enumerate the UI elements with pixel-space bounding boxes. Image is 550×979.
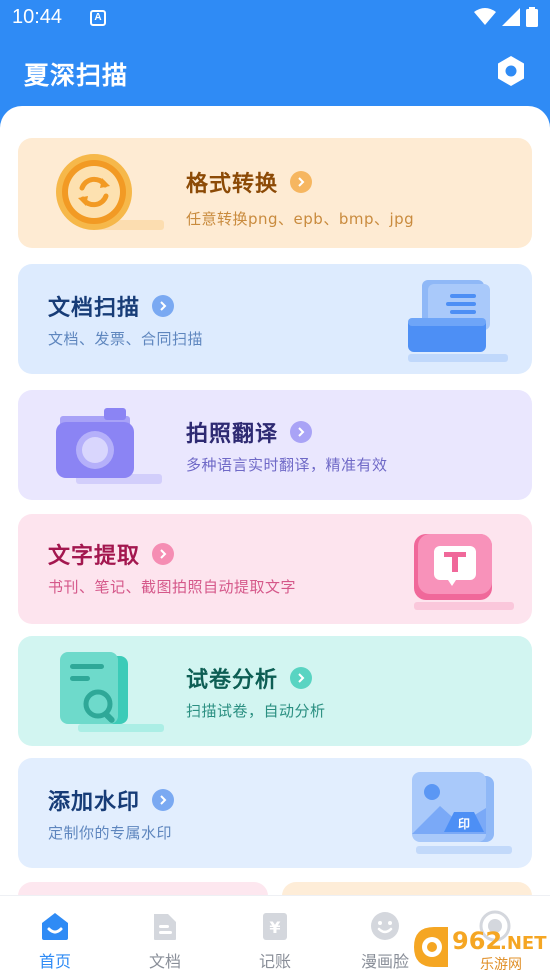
card-title: 文字提取 <box>48 544 141 569</box>
card-exam-analysis[interactable]: 试卷分析 扫描试卷，自动分析 <box>18 636 532 746</box>
card-text-extract[interactable]: 文字提取 书刊、笔记、截图拍照自动提取文字 <box>18 514 532 624</box>
tab-documents[interactable]: 文档 <box>110 896 220 979</box>
tab-label: 记账 <box>258 952 291 971</box>
site-watermark-logo: 962 .NET 乐游网 <box>414 927 547 973</box>
card-add-watermark[interactable]: 添加水印 定制你的专属水印 印 <box>18 758 532 868</box>
app-title: 夏深扫描 <box>24 61 129 90</box>
card-title: 拍照翻译 <box>186 422 279 447</box>
tab-label: 文档 <box>148 952 181 971</box>
card-format-convert[interactable]: 格式转换 任意转换png、epb、bmp、jpg <box>18 138 532 248</box>
main-content: 格式转换 任意转换png、epb、bmp、jpg 文档扫描 文档、发票、合同扫描 <box>0 106 550 979</box>
tab-home[interactable]: 首页 <box>0 896 110 979</box>
chevron-right-icon <box>290 171 313 193</box>
document-icon <box>154 914 176 940</box>
watermark-caption: 乐游网 <box>480 957 522 973</box>
card-document-scan[interactable]: 文档扫描 文档、发票、合同扫描 <box>18 264 532 374</box>
battery-icon <box>526 7 538 27</box>
chevron-right-icon <box>152 789 175 811</box>
status-icons <box>474 7 538 27</box>
chevron-right-icon <box>290 667 313 689</box>
card-subtitle: 书刊、笔记、截图拍照自动提取文字 <box>48 578 297 596</box>
convert-icon <box>56 154 164 230</box>
tab-label: 漫画脸 <box>360 952 409 971</box>
home-icon <box>42 913 68 940</box>
camera-icon <box>56 408 162 484</box>
card-subtitle: 定制你的专属水印 <box>48 824 173 842</box>
card-subtitle: 文档、发票、合同扫描 <box>48 330 204 348</box>
notification-a-icon: A <box>90 10 106 26</box>
status-time: 10:44 <box>12 6 63 28</box>
wifi-icon <box>474 8 496 25</box>
card-subtitle: 任意转换png、epb、bmp、jpg <box>186 210 415 228</box>
exam-search-icon <box>60 652 164 732</box>
card-subtitle: 扫描试卷，自动分析 <box>186 702 326 720</box>
app-header: 夏深扫描 <box>0 36 550 106</box>
card-title: 试卷分析 <box>186 668 279 693</box>
chevron-right-icon <box>290 421 313 443</box>
tab-accounting[interactable]: ¥ 记账 <box>220 896 330 979</box>
chevron-right-icon <box>152 295 175 317</box>
yen-icon: ¥ <box>263 913 287 940</box>
settings-hexagon-icon[interactable] <box>494 54 528 88</box>
svg-text:印: 印 <box>458 817 470 831</box>
watermark-suffix: .NET <box>500 933 547 954</box>
card-photo-translate[interactable]: 拍照翻译 多种语言实时翻译，精准有效 <box>18 390 532 500</box>
watermark-image-icon: 印 <box>412 772 512 854</box>
chevron-right-icon <box>152 543 175 565</box>
tab-label: 首页 <box>38 952 71 971</box>
card-title: 文档扫描 <box>48 296 141 321</box>
watermark-brand: 962 <box>452 927 502 955</box>
card-title: 格式转换 <box>186 172 279 197</box>
signal-icon <box>502 8 520 26</box>
text-extract-icon <box>414 534 514 610</box>
svg-text:¥: ¥ <box>269 918 280 937</box>
status-bar: 10:44 A <box>0 0 550 36</box>
scanner-icon <box>408 280 508 362</box>
card-subtitle: 多种语言实时翻译，精准有效 <box>186 456 388 474</box>
card-title: 添加水印 <box>48 790 141 815</box>
smiley-icon <box>371 912 399 940</box>
